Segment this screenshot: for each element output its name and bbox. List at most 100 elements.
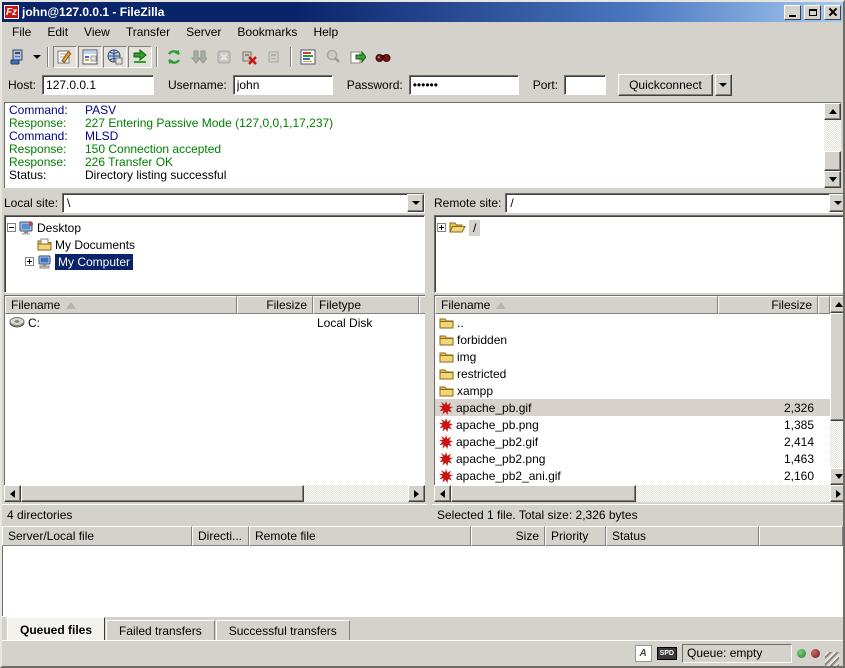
toggle-local-tree-button[interactable]: [78, 46, 102, 68]
menu-file[interactable]: File: [4, 23, 39, 42]
column-size[interactable]: Size: [471, 526, 545, 546]
menu-help[interactable]: Help: [305, 23, 346, 42]
column-extra[interactable]: [818, 296, 830, 314]
remote-row[interactable]: xampp: [435, 382, 830, 399]
tree-item-my-documents[interactable]: My Documents: [7, 236, 424, 253]
expand-icon[interactable]: [437, 223, 446, 232]
quickconnect-dropdown[interactable]: [715, 74, 732, 96]
menu-server[interactable]: Server: [178, 23, 229, 42]
remote-row[interactable]: img: [435, 348, 830, 365]
remote-row[interactable]: apache_pb2_ani.gif 2,160: [435, 467, 830, 484]
remote-site-dropdown[interactable]: [829, 194, 845, 212]
remote-row[interactable]: apache_pb2.png 1,463: [435, 450, 830, 467]
remote-row[interactable]: apache_pb.png 1,385: [435, 416, 830, 433]
local-site-combo[interactable]: \: [62, 193, 425, 213]
sync-browsing-button[interactable]: [346, 46, 370, 68]
host-input[interactable]: [42, 75, 154, 95]
remote-row[interactable]: ..: [435, 314, 830, 331]
remote-row[interactable]: forbidden: [435, 331, 830, 348]
remote-row-selected[interactable]: apache_pb.gif 2,326: [435, 399, 830, 416]
scroll-left-button[interactable]: [4, 485, 21, 502]
port-label: Port:: [533, 78, 558, 92]
scroll-down-button[interactable]: [830, 468, 845, 485]
column-filename[interactable]: Filename: [435, 296, 718, 314]
column-filesize[interactable]: Filesize: [237, 296, 313, 314]
column-server-local-file[interactable]: Server/Local file: [2, 526, 192, 546]
column-remote-file[interactable]: Remote file: [249, 526, 471, 546]
menu-view[interactable]: View: [76, 23, 118, 42]
scroll-down-button[interactable]: [824, 171, 841, 188]
minimize-button[interactable]: [784, 5, 801, 20]
filter-button[interactable]: [296, 46, 320, 68]
toggle-remote-tree-button[interactable]: [103, 46, 127, 68]
tree-item-label: My Documents: [55, 238, 135, 252]
queue-body[interactable]: [2, 546, 843, 616]
site-manager-dropdown[interactable]: [30, 46, 43, 68]
menu-transfer[interactable]: Transfer: [118, 23, 178, 42]
local-site-dropdown[interactable]: [407, 194, 424, 212]
toggle-queue-button[interactable]: [128, 46, 152, 68]
local-row-c-drive[interactable]: C: Local Disk: [5, 314, 425, 331]
tab-successful-transfers[interactable]: Successful transfers: [216, 620, 350, 640]
filezilla-window: Fz john@127.0.0.1 - FileZilla File Edit …: [0, 0, 845, 668]
cancel-button[interactable]: [212, 46, 236, 68]
port-input[interactable]: [564, 75, 606, 95]
menu-edit[interactable]: Edit: [39, 23, 76, 42]
reconnect-button[interactable]: [262, 46, 286, 68]
file-name: restricted: [457, 367, 506, 381]
scroll-up-icon: [829, 109, 837, 114]
quickconnect-button[interactable]: Quickconnect: [618, 74, 713, 96]
column-last-modified[interactable]: L: [419, 296, 425, 314]
scroll-right-button[interactable]: [408, 485, 425, 502]
refresh-button[interactable]: [162, 46, 186, 68]
scrollbar-thumb[interactable]: [21, 485, 304, 502]
remote-site-combo[interactable]: /: [505, 193, 845, 213]
find-files-button[interactable]: [371, 46, 395, 68]
local-hscrollbar[interactable]: [4, 485, 425, 502]
toggle-log-button[interactable]: [53, 46, 77, 68]
comparison-button[interactable]: [321, 46, 345, 68]
queue-header: Server/Local file Directi... Remote file…: [2, 526, 843, 546]
remote-status-text: Selected 1 file. Total size: 2,326 bytes: [437, 508, 638, 522]
file-name: apache_pb2_ani.gif: [456, 469, 561, 483]
maximize-button[interactable]: [804, 5, 821, 20]
password-input[interactable]: [409, 75, 519, 95]
tree-item-my-computer[interactable]: My Computer: [7, 253, 424, 270]
column-status[interactable]: Status: [606, 526, 759, 546]
remote-hscrollbar[interactable]: [434, 485, 845, 502]
remote-row[interactable]: apache_pb2.gif 2,414: [435, 433, 830, 450]
remote-site-bar: Remote site: /: [432, 191, 845, 215]
scroll-up-button[interactable]: [830, 296, 845, 313]
resize-grip[interactable]: [825, 652, 839, 666]
column-filetype[interactable]: Filetype: [313, 296, 419, 314]
tab-failed-transfers[interactable]: Failed transfers: [106, 620, 215, 640]
tree-item-root[interactable]: /: [437, 219, 845, 236]
column-priority[interactable]: Priority: [545, 526, 606, 546]
menu-bookmarks[interactable]: Bookmarks: [229, 23, 305, 42]
remote-vscrollbar[interactable]: [830, 296, 845, 485]
remote-row[interactable]: restricted: [435, 365, 830, 382]
scrollbar-thumb[interactable]: [451, 485, 636, 502]
collapse-icon[interactable]: [7, 223, 16, 232]
scroll-left-icon: [440, 490, 445, 498]
column-filesize[interactable]: Filesize: [718, 296, 818, 314]
host-label: Host:: [8, 78, 36, 92]
column-direction[interactable]: Directi...: [192, 526, 249, 546]
site-manager-button[interactable]: [5, 46, 29, 68]
process-queue-button[interactable]: [187, 46, 211, 68]
log-scrollbar[interactable]: [824, 103, 841, 188]
expand-icon[interactable]: [25, 257, 34, 266]
find-files-icon: [375, 49, 391, 65]
scroll-right-button[interactable]: [830, 485, 845, 502]
disconnect-button[interactable]: [237, 46, 261, 68]
column-filename[interactable]: Filename: [5, 296, 237, 314]
tree-item-desktop[interactable]: Desktop: [7, 219, 424, 236]
username-input[interactable]: [233, 75, 333, 95]
title-bar[interactable]: Fz john@127.0.0.1 - FileZilla: [2, 2, 843, 22]
scroll-up-button[interactable]: [824, 103, 841, 120]
close-button[interactable]: [824, 5, 841, 20]
scrollbar-thumb[interactable]: [830, 313, 845, 421]
scrollbar-thumb[interactable]: [824, 151, 841, 171]
tab-queued-files[interactable]: Queued files: [7, 617, 105, 640]
scroll-left-button[interactable]: [434, 485, 451, 502]
